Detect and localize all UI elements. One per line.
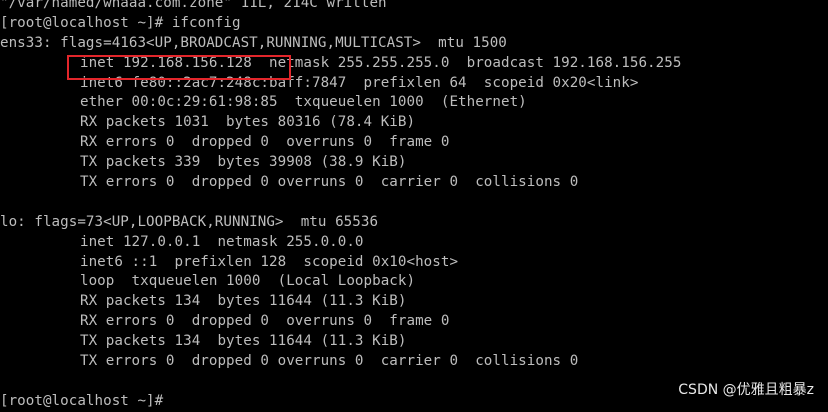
- terminal-line-ens33-rx-errors: RX errors 0 dropped 0 overruns 0 frame 0: [80, 134, 450, 151]
- terminal-line-ens33-flags: ens33: flags=4163<UP,BROADCAST,RUNNING,M…: [0, 34, 507, 51]
- csdn-watermark: CSDN @优雅且粗暴z: [678, 382, 814, 399]
- terminal-line-lo-loop: loop txqueuelen 1000 (Local Loopback): [80, 273, 416, 290]
- terminal-line-lo-rx-packets: RX packets 134 bytes 11644 (11.3 KiB): [80, 293, 407, 310]
- terminal-line-lo-flags: lo: flags=73<UP,LOOPBACK,RUNNING> mtu 65…: [0, 213, 379, 230]
- terminal-line-lo-inet6: inet6 ::1 prefixlen 128 scopeid 0x10<hos…: [80, 253, 459, 270]
- terminal-line-lo-rx-errors: RX errors 0 dropped 0 overruns 0 frame 0: [80, 313, 450, 330]
- terminal-line-lo-tx-packets: TX packets 134 bytes 11644 (11.3 KiB): [80, 333, 407, 350]
- terminal-window[interactable]: "/var/named/whaaa.com.zone" 11L, 214C wr…: [0, 0, 828, 411]
- terminal-line-ens33-inet: inet 192.168.156.128 netmask 255.255.255…: [80, 54, 682, 71]
- terminal-line-ens33-rx-packets: RX packets 1031 bytes 80316 (78.4 KiB): [80, 114, 416, 131]
- terminal-line-write-status: "/var/named/whaaa.com.zone" 11L, 214C wr…: [0, 0, 387, 11]
- terminal-line-lo-inet: inet 127.0.0.1 netmask 255.0.0.0: [80, 233, 364, 250]
- terminal-line-ens33-ether: ether 00:0c:29:61:98:85 txqueuelen 1000 …: [80, 94, 527, 111]
- terminal-line-ens33-tx-errors: TX errors 0 dropped 0 overruns 0 carrier…: [80, 174, 579, 191]
- terminal-line-ens33-tx-packets: TX packets 339 bytes 39908 (38.9 KiB): [80, 154, 407, 171]
- terminal-line-lo-tx-errors: TX errors 0 dropped 0 overruns 0 carrier…: [80, 353, 579, 370]
- terminal-line-ens33-inet6: inet6 fe80::2ac7:248c:baff:7847 prefixle…: [80, 74, 639, 91]
- terminal-line-command: [root@localhost ~]# ifconfig: [0, 14, 241, 31]
